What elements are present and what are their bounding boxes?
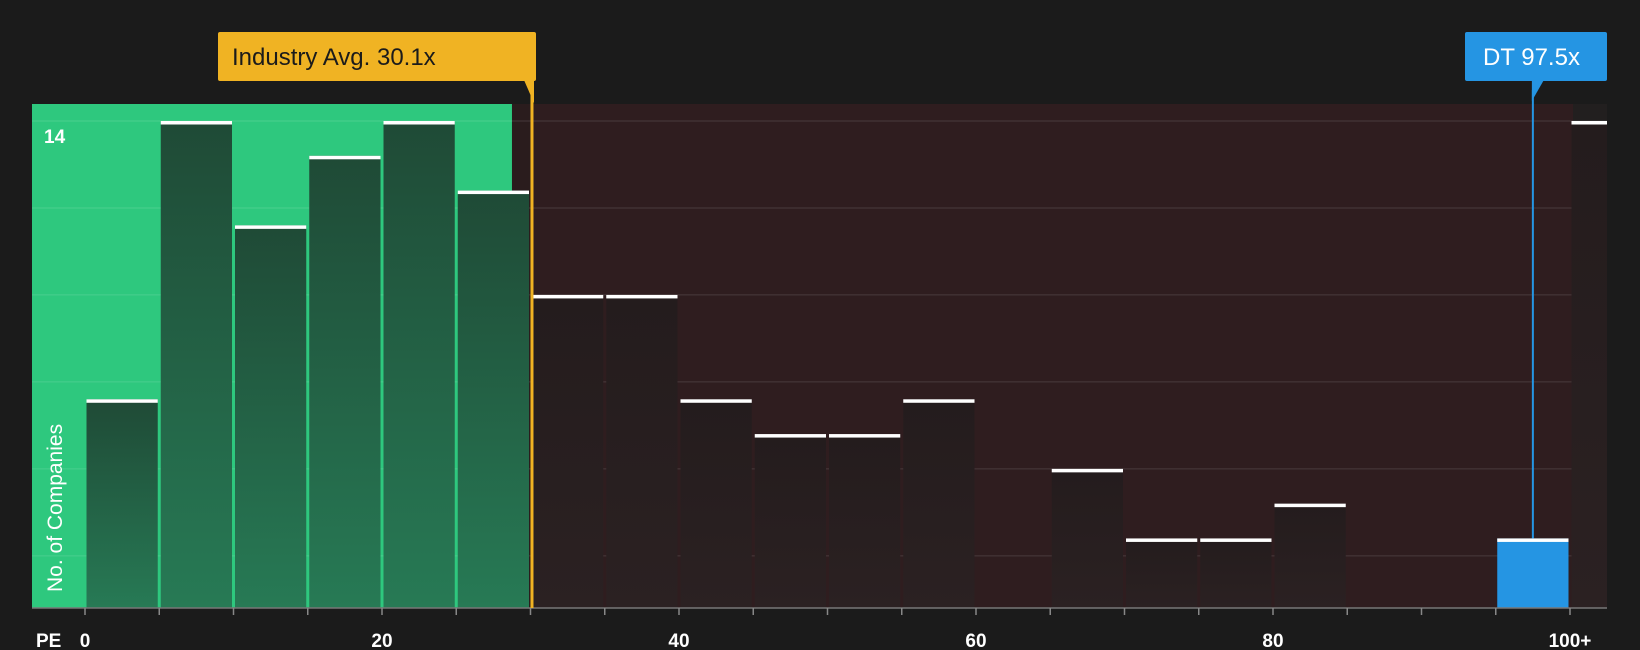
bar-cap xyxy=(1497,538,1569,542)
histogram-bar xyxy=(903,399,975,608)
bar-cap xyxy=(309,155,381,160)
x-tick-label: 20 xyxy=(371,631,392,650)
histogram-bar xyxy=(829,434,901,608)
histogram-bar xyxy=(680,399,752,608)
bar-cap xyxy=(680,399,752,403)
x-axis-label: PE xyxy=(36,631,61,650)
histogram-bar xyxy=(754,434,826,608)
histogram-bar xyxy=(235,225,307,608)
bar-cap xyxy=(1051,468,1123,473)
bar-cap xyxy=(754,434,826,438)
histogram-bar xyxy=(383,121,455,608)
bar-cap xyxy=(1200,538,1272,542)
histogram-bar xyxy=(1497,538,1569,608)
histogram-bar xyxy=(160,121,232,608)
x-tick-label: 40 xyxy=(668,631,689,650)
bar-cap xyxy=(1571,121,1607,125)
bar-cap xyxy=(903,399,975,403)
histogram-bar xyxy=(457,190,529,609)
bar-cap xyxy=(235,225,307,229)
bar-cap xyxy=(1126,538,1198,542)
bar-cap xyxy=(160,121,232,125)
histogram-bar xyxy=(309,155,381,609)
y-tick-label-14: 14 xyxy=(44,127,66,148)
company-pe-label: DT 97.5x xyxy=(1483,44,1580,71)
histogram-bar xyxy=(1126,538,1198,608)
bar-cap xyxy=(1274,503,1346,508)
histogram-bar xyxy=(532,294,604,608)
x-tick-label: 60 xyxy=(965,631,986,650)
y-axis-label: No. of Companies xyxy=(44,424,67,592)
bar-cap xyxy=(86,399,158,403)
pe-histogram-chart: 0 20 40 60 80 100+ Industry Avg. 30.1x DT 97.5… xyxy=(32,32,1607,650)
histogram-bar xyxy=(1274,503,1346,608)
bar-cap xyxy=(383,121,455,125)
bar-cap xyxy=(606,294,678,299)
x-tick-label: 80 xyxy=(1262,631,1283,650)
x-tick-label: 100+ xyxy=(1549,631,1592,650)
histogram-bar xyxy=(606,294,678,608)
histogram-bar xyxy=(1051,468,1123,608)
histogram-bar xyxy=(1200,538,1272,608)
bar-cap xyxy=(532,294,604,299)
bar-cap xyxy=(457,190,529,195)
industry-average-label: Industry Avg. 30.1x xyxy=(232,44,436,71)
histogram-bar xyxy=(86,399,158,608)
histogram-bar xyxy=(1571,121,1607,608)
bar-cap xyxy=(829,434,901,438)
x-tick-label: 0 xyxy=(80,631,91,650)
